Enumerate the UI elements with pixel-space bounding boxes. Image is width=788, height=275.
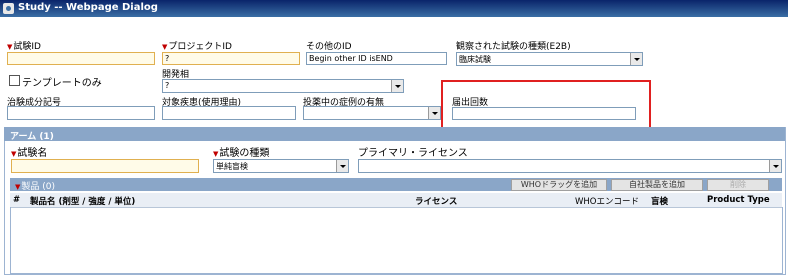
add-company-product-button[interactable]: 自社製品を追加 [611,179,703,191]
ie-app-icon [3,3,14,14]
treatment-code-input[interactable] [7,106,155,120]
dropdown-arrow-icon[interactable] [769,160,781,172]
window-title-bar: Study -- Webpage Dialog [0,0,788,17]
primary-license-label: プライマリ・ライセンス [358,148,468,159]
study-id-input[interactable] [7,52,155,65]
other-id-label: その他のID [306,42,352,52]
study-type-select[interactable]: 単純盲検 [213,159,349,173]
col-blind: 盲検 [651,197,669,207]
project-id-input[interactable]: ? [162,52,300,65]
window-title: Study -- Webpage Dialog [18,2,158,13]
project-id-label: プロジェクトID [162,39,232,52]
other-id-input[interactable]: Begin other ID isEND [306,52,447,65]
observed-study-type-select[interactable]: 臨床試験 [456,52,643,66]
study-type-label: 試験の種類 [213,144,269,159]
dropdown-arrow-icon[interactable] [630,53,642,65]
study-name-label: 試験名 [11,144,47,159]
dropdown-arrow-icon[interactable] [391,80,403,92]
products-title: 製品 (0) [15,179,55,192]
products-table-body [10,207,783,274]
delete-button[interactable]: 削除 [707,179,769,191]
highlight-box [441,80,651,132]
study-type-value: 単純盲検 [216,162,248,171]
products-table-header: # 製品名 (剤型 / 強度 / 単位) ライセンス WHOエンコード 盲検 P… [10,193,782,208]
target-disease-input[interactable] [162,106,296,120]
primary-license-select[interactable] [358,159,782,173]
arm-section-title: アーム (1) [10,132,54,142]
col-who-code: WHOエンコード [575,197,639,207]
pending-cases-select[interactable] [303,106,441,120]
col-product-name: 製品名 (剤型 / 強度 / 単位) [30,197,136,207]
study-id-label: 試験ID [7,39,41,52]
observed-study-type-value: 臨床試験 [459,55,491,64]
add-who-drug-button[interactable]: WHOドラッグを追加 [511,179,607,191]
study-name-input[interactable] [11,159,199,173]
template-only-checkbox[interactable] [9,75,20,86]
col-product-type: Product Type [707,195,770,205]
development-phase-select[interactable]: ? [162,79,404,93]
col-license: ライセンス [415,197,458,207]
col-number: # [13,195,21,205]
development-phase-value: ? [165,81,170,90]
template-only-label: テンプレートのみ [22,78,102,89]
dropdown-arrow-icon[interactable] [428,107,440,119]
arm-section-header[interactable]: アーム (1) [4,127,785,142]
observed-study-type-label: 観察された試験の種類(E2B) [456,42,571,52]
dropdown-arrow-icon[interactable] [336,160,348,172]
